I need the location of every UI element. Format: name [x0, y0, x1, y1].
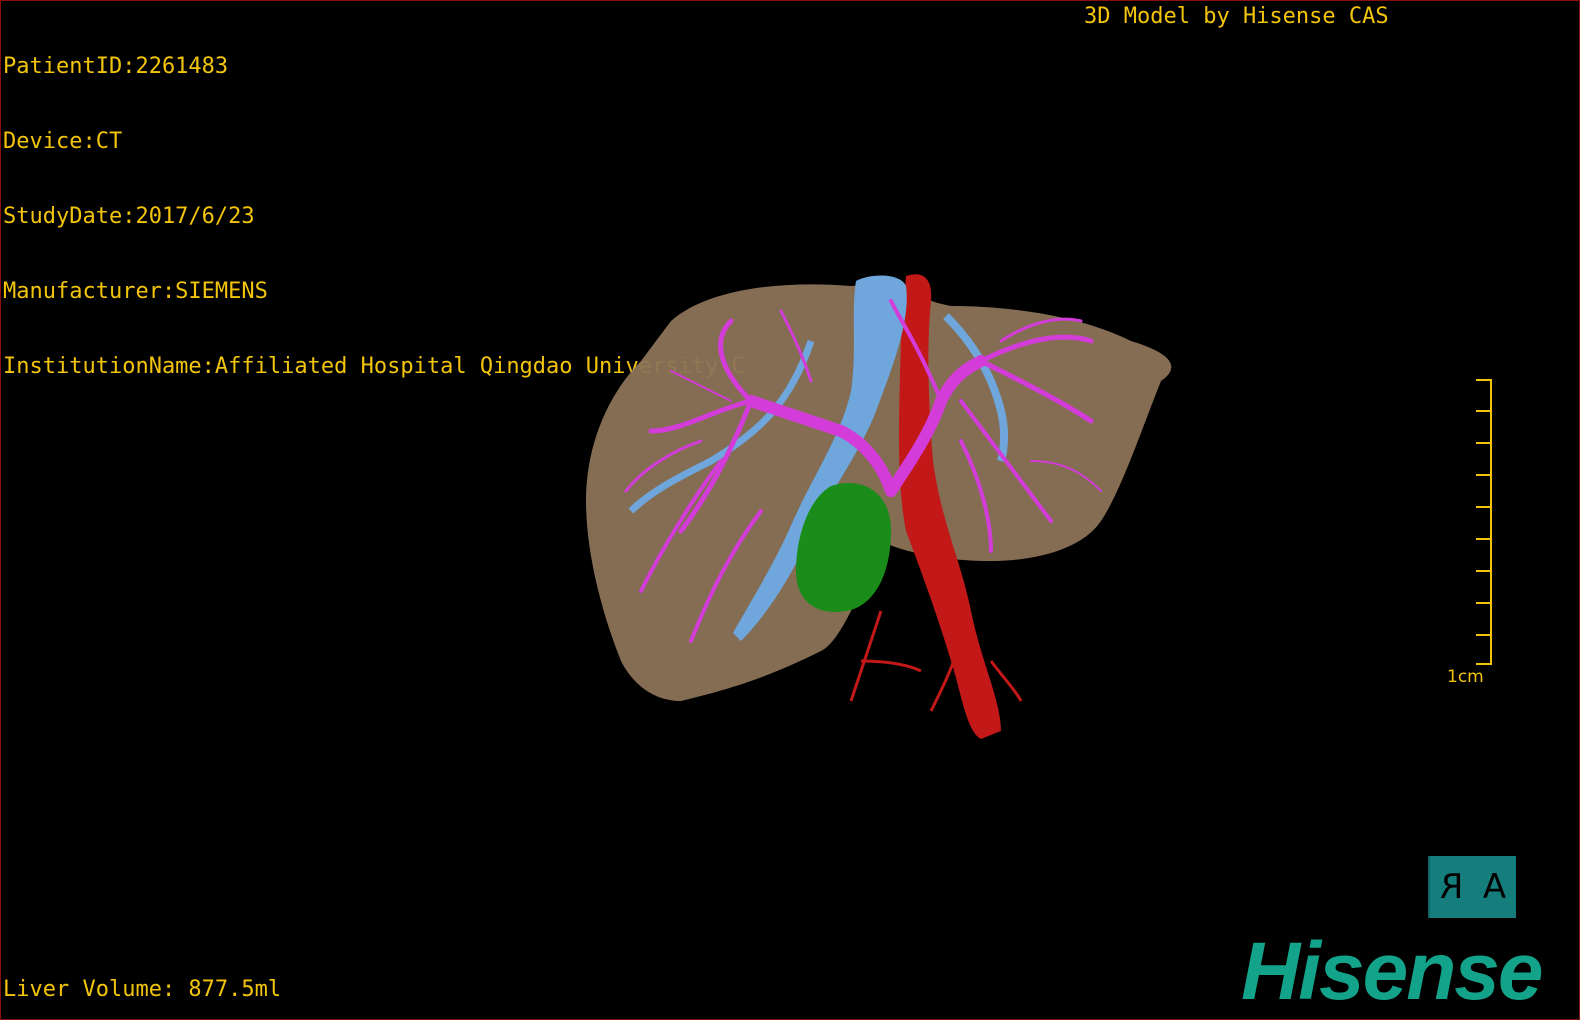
study-date-text: StudyDate:2017/6/23: [3, 204, 255, 229]
orientation-marker[interactable]: R A: [1428, 856, 1516, 918]
scale-bar: 1cm: [1441, 379, 1511, 699]
3d-viewport[interactable]: PatientID:2261483 Device:CT StudyDate:20…: [0, 0, 1580, 1020]
orientation-label-right: R: [1428, 856, 1473, 918]
liver-3d-model[interactable]: [561, 261, 1201, 761]
liver-volume-text: Liver Volume: 877.5ml: [3, 977, 282, 1002]
scale-bar-graphic: [1476, 379, 1492, 665]
patient-id-text: PatientID:2261483: [3, 54, 229, 79]
artery-branches: [849, 610, 1023, 712]
hisense-logo: Hisense: [1241, 926, 1544, 1017]
orientation-label-anterior: A: [1482, 867, 1507, 907]
device-text: Device:CT: [3, 129, 123, 154]
scale-bar-label: 1cm: [1447, 667, 1484, 687]
model-credit-text: 3D Model by Hisense CAS: [1084, 4, 1389, 29]
